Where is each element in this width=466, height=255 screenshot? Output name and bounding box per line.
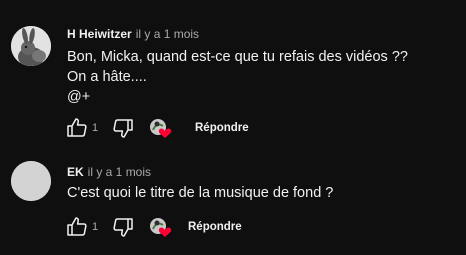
thumbs-up-icon [67, 118, 87, 137]
author-name[interactable]: EK [67, 165, 84, 179]
like-button[interactable] [65, 215, 89, 239]
rabbit-avatar-icon [11, 26, 51, 66]
comment-line: C'est quoi le titre de la musique de fon… [67, 185, 334, 201]
author-avatar[interactable] [11, 161, 51, 201]
comment-date[interactable]: il y a 1 mois [88, 165, 151, 179]
dislike-button[interactable] [111, 215, 135, 239]
comment-header: H Heiwitzer il y a 1 mois [67, 27, 199, 41]
author-name[interactable]: H Heiwitzer [67, 27, 132, 41]
comment-actions: 1 Répondre [0, 215, 466, 239]
like-count: 1 [92, 122, 99, 134]
comment-line: Bon, Micka, quand est-ce que tu refais d… [67, 49, 408, 65]
creator-heart-icon [150, 218, 172, 237]
blank-avatar-icon [11, 161, 51, 201]
comment-thread-item: EK il y a 1 mois C'est quoi le titre de l… [0, 150, 466, 255]
comment-text: C'est quoi le titre de la musique de fon… [67, 183, 333, 203]
comment-header: EK il y a 1 mois [67, 165, 151, 179]
reply-button[interactable]: Répondre [195, 116, 249, 140]
thumbs-down-icon [113, 119, 133, 138]
author-avatar[interactable] [11, 26, 51, 66]
dislike-button[interactable] [111, 116, 135, 140]
comment-line: On a hâte.... [67, 69, 147, 85]
comment-line: @+ [67, 89, 91, 105]
comment-text: Bon, Micka, quand est-ce que tu refais d… [67, 47, 408, 107]
comment-actions: 1 Répondre [0, 116, 466, 140]
thumbs-up-icon [67, 217, 87, 236]
creator-heart-icon [150, 119, 172, 138]
creator-heart-badge[interactable] [148, 116, 174, 140]
like-count: 1 [92, 221, 99, 233]
like-button[interactable] [65, 116, 89, 140]
thumbs-down-icon [113, 218, 133, 237]
creator-heart-badge[interactable] [148, 215, 174, 239]
reply-button[interactable]: Répondre [188, 215, 242, 239]
comment-date[interactable]: il y a 1 mois [136, 27, 199, 41]
comment-thread-item: H Heiwitzer il y a 1 mois Bon, Micka, qua… [0, 0, 466, 150]
